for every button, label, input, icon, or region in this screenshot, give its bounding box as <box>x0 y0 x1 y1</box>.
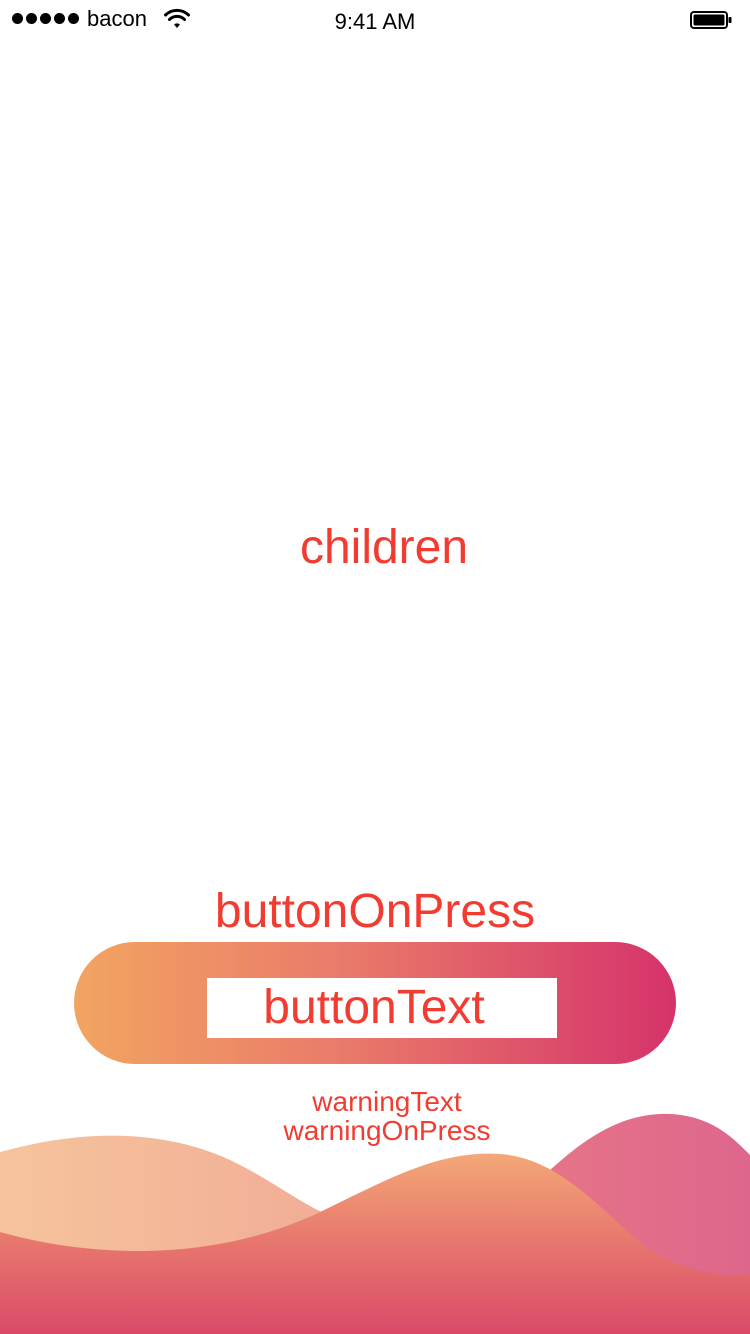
warning-on-press-link[interactable]: warningOnPress <box>0 1116 750 1146</box>
button-on-press-label: buttonOnPress <box>214 885 536 938</box>
warning-text: warningText <box>312 1086 462 1117</box>
button-text: buttonText <box>263 981 485 1034</box>
primary-action-button[interactable]: buttonText <box>74 942 676 1064</box>
button-text-box: buttonText <box>207 978 557 1038</box>
screen: bacon 9:41 AM children buttonOnPress but… <box>0 0 750 1334</box>
status-bar: bacon 9:41 AM <box>0 0 750 40</box>
children-placeholder: children <box>299 521 469 574</box>
status-clock: 9:41 AM <box>334 9 416 34</box>
battery-icon <box>690 11 732 29</box>
